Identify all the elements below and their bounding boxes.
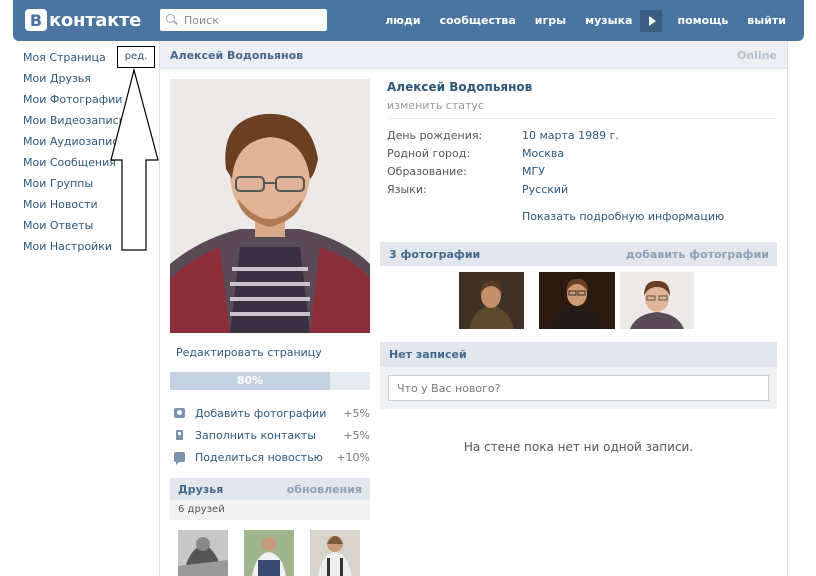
wall-empty-message: На стене пока нет ни одной записи.: [463, 440, 694, 454]
nav-help[interactable]: помощь: [677, 14, 728, 27]
info-value[interactable]: Москва: [522, 147, 564, 160]
todo-percent: +10%: [336, 450, 370, 464]
wall-post-input[interactable]: [388, 375, 769, 401]
friends-count: 6 друзей: [170, 500, 370, 520]
todo-label: Добавить фотографии: [195, 406, 327, 420]
vk-logo[interactable]: В контакте: [25, 8, 141, 32]
profile-progress-bar: 80%: [170, 372, 370, 390]
todo-label: Поделиться новостью: [195, 450, 323, 464]
search-box[interactable]: [160, 9, 327, 31]
wall-header: Нет записей: [380, 342, 777, 367]
friend-avatar[interactable]: [244, 530, 294, 576]
nav-communities[interactable]: сообщества: [440, 14, 516, 27]
profile-header-name: Алексей Водопьянов: [170, 49, 304, 62]
logo-text: контакте: [49, 9, 142, 31]
todo-fill-contacts[interactable]: Заполнить контакты +5%: [174, 426, 370, 444]
wall-post-box: [380, 367, 777, 409]
profile-name: Алексей Водопьянов: [387, 80, 533, 94]
info-row-languages: Языки: Русский: [387, 183, 777, 199]
top-header: В контакте люди сообщества игры музыка п…: [13, 0, 804, 41]
info-key: Образование:: [387, 165, 467, 178]
play-icon[interactable]: [640, 9, 663, 32]
show-more-info-link[interactable]: Показать подробную информацию: [522, 210, 724, 223]
menu-edit-button[interactable]: ред.: [117, 46, 155, 68]
camera-icon: [174, 408, 185, 418]
search-icon: [166, 14, 178, 26]
photos-title[interactable]: 3 фотографии: [389, 248, 480, 261]
info-key: Родной город:: [387, 147, 471, 160]
photo-thumbnail[interactable]: [539, 272, 615, 329]
friends-updates-link[interactable]: обновления: [287, 483, 362, 496]
speech-bubble-icon: [174, 452, 185, 465]
photos-header[interactable]: 3 фотографии добавить фотографии: [380, 242, 777, 266]
todo-share-news[interactable]: Поделиться новостью +10%: [174, 448, 370, 466]
info-value[interactable]: Русский: [522, 183, 568, 196]
info-row-education: Образование: МГУ: [387, 165, 777, 181]
info-key: Языки:: [387, 183, 427, 196]
nav-music[interactable]: музыка: [585, 14, 632, 27]
edit-page-link[interactable]: Редактировать страницу: [176, 346, 322, 359]
todo-label: Заполнить контакты: [195, 428, 316, 442]
online-status: Online: [736, 49, 777, 62]
friends-title[interactable]: Друзья: [178, 483, 223, 496]
change-status-link[interactable]: изменить статус: [387, 99, 484, 112]
annotation-arrow: [110, 68, 159, 251]
todo-add-photos[interactable]: Добавить фотографии +5%: [174, 404, 370, 422]
friend-avatar[interactable]: [178, 530, 228, 576]
info-value[interactable]: 10 марта 1989 г.: [522, 129, 619, 142]
nav-logout[interactable]: выйти: [747, 14, 786, 27]
profile-photo[interactable]: [170, 79, 370, 333]
profile-header-bar: Алексей Водопьянов Online: [160, 41, 787, 69]
photo-thumbnail[interactable]: [620, 272, 694, 329]
nav-people[interactable]: люди: [385, 14, 420, 27]
logo-letter: В: [25, 9, 47, 31]
friend-avatar[interactable]: [310, 530, 360, 576]
friends-header[interactable]: Друзья обновления: [170, 478, 370, 500]
top-nav: люди сообщества игры музыка помощь выйти: [366, 0, 786, 41]
main-content: Алексей Водопьянов Online Редактировать …: [159, 41, 788, 576]
info-value[interactable]: МГУ: [522, 165, 545, 178]
nav-games[interactable]: игры: [535, 14, 566, 27]
divider: [387, 118, 777, 119]
wall-title: Нет записей: [389, 348, 467, 361]
info-row-hometown: Родной город: Москва: [387, 147, 777, 163]
photo-thumbnail[interactable]: [459, 272, 524, 329]
todo-percent: +5%: [343, 428, 370, 442]
todo-percent: +5%: [343, 406, 370, 420]
progress-label: 80%: [236, 374, 264, 387]
search-input[interactable]: [184, 13, 324, 27]
info-row-birthday: День рождения: 10 марта 1989 г.: [387, 129, 777, 145]
add-photos-link[interactable]: добавить фотографии: [626, 248, 769, 261]
info-key: День рождения:: [387, 129, 483, 142]
phone-icon: [176, 430, 183, 440]
